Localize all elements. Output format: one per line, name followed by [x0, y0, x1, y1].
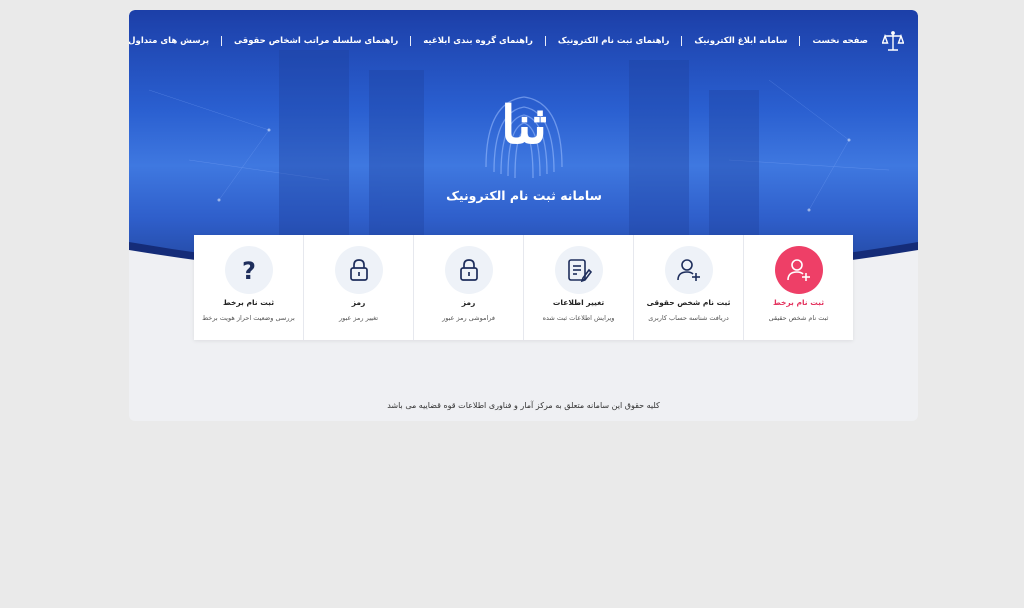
card-check-status[interactable]: ? ثبت نام برخط بررسی وضعیت احراز هویت بر…	[194, 235, 303, 340]
card-icon-container: ?	[224, 246, 273, 294]
user-plus-icon	[786, 259, 810, 281]
nav-divider	[544, 36, 546, 46]
nav-hierarchy-guide[interactable]: راهنمای سلسله مراتب اشخاص حقوقی	[234, 36, 398, 46]
edit-document-icon	[567, 259, 592, 283]
card-title: ثبت نام شخص حقوقی	[646, 298, 731, 307]
user-plus-icon	[676, 259, 700, 281]
card-icon-container	[334, 246, 383, 294]
card-subtitle: تغییر رمز عبور	[338, 314, 379, 322]
card-change-password[interactable]: رمز تغییر رمز عبور	[303, 235, 413, 340]
svg-text:?: ?	[242, 257, 256, 283]
card-icon-container	[774, 246, 823, 294]
card-subtitle: بررسی وضعیت احراز هویت برخط	[202, 314, 295, 322]
card-legal-entity-registration[interactable]: ثبت نام شخص حقوقی دریافت شناسه حساب کارب…	[633, 235, 743, 340]
footer-copyright: کلیه حقوق این سامانه متعلق به مرکز آمار …	[387, 401, 660, 410]
card-change-info[interactable]: تغییر اطلاعات ویرایش اطلاعات ثبت شده	[523, 235, 633, 340]
nav-divider	[681, 36, 683, 46]
brand-mark-text: ثنا	[500, 95, 547, 156]
nav-grouping-guide[interactable]: راهنمای گروه بندی ابلاغیه	[423, 36, 533, 46]
nav-divider	[799, 36, 801, 46]
card-icon-container	[554, 246, 603, 294]
card-title: رمز	[461, 298, 476, 307]
nav-divider	[410, 36, 412, 46]
card-subtitle: فراموشی رمز عبور	[442, 314, 495, 322]
question-mark-icon: ?	[242, 257, 256, 283]
top-navigation: صفحه نخست سامانه ابلاغ الکترونیک راهنمای…	[129, 26, 918, 56]
brand-logo: ثنا سامانه ثبت نام الکترونیک	[429, 82, 619, 203]
nav-menu: صفحه نخست سامانه ابلاغ الکترونیک راهنمای…	[129, 36, 868, 46]
card-forgot-password[interactable]: رمز فراموشی رمز عبور	[413, 235, 523, 340]
service-cards: ثبت نام برخط ثبت نام شخص حقیقی ثبت نام ش…	[194, 235, 853, 340]
card-subtitle: دریافت شناسه حساب کاربری	[648, 314, 729, 322]
lock-icon	[459, 259, 478, 281]
nav-faq[interactable]: پرسش های متداول	[129, 36, 209, 46]
nav-electronic-notification[interactable]: سامانه ابلاغ الکترونیک	[694, 36, 787, 46]
card-subtitle: ثبت نام شخص حقیقی	[768, 314, 829, 322]
card-title: تغییر اطلاعات	[552, 298, 605, 307]
brand-title: سامانه ثبت نام الکترونیک	[446, 188, 602, 203]
card-title: ثبت نام برخط	[772, 298, 825, 307]
hero-banner: صفحه نخست سامانه ابلاغ الکترونیک راهنمای…	[129, 10, 918, 270]
nav-home[interactable]: صفحه نخست	[812, 36, 868, 46]
card-subtitle: ویرایش اطلاعات ثبت شده	[542, 314, 615, 322]
page-frame: صفحه نخست سامانه ابلاغ الکترونیک راهنمای…	[129, 10, 918, 421]
card-title: رمز	[351, 298, 366, 307]
nav-divider	[221, 36, 223, 46]
lock-icon	[349, 259, 368, 281]
card-title: ثبت نام برخط	[222, 298, 275, 307]
card-online-registration[interactable]: ثبت نام برخط ثبت نام شخص حقیقی	[743, 235, 853, 340]
nav-registration-guide[interactable]: راهنمای ثبت نام الکترونیک	[558, 36, 669, 46]
scales-of-justice-icon[interactable]	[882, 27, 904, 55]
card-icon-container	[444, 246, 493, 294]
sana-logo-mark: ثنا	[464, 82, 584, 190]
card-icon-container	[664, 246, 713, 294]
